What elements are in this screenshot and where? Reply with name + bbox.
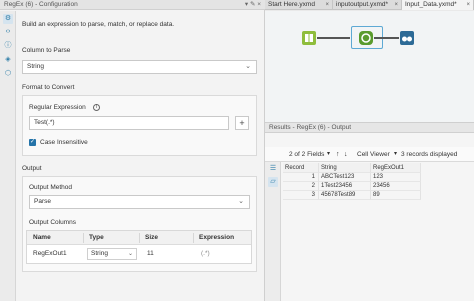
column-to-parse-select[interactable]: String ⌄	[22, 60, 257, 74]
table-row[interactable]: RegExOut1 String ⌄ 11 (.*)	[27, 245, 251, 263]
header-regexout1[interactable]: RegExOut1	[371, 163, 421, 173]
code-icon[interactable]: ‹›	[3, 27, 13, 37]
column-name-cell[interactable]: RegExOut1	[33, 245, 67, 263]
column-expression-cell: (.*)	[201, 250, 210, 257]
browse-node[interactable]	[400, 31, 414, 45]
output-columns-table: Name Type Size Expression RegExOut1 Stri…	[26, 230, 252, 264]
table-row[interactable]: 2 1Test23456 23456	[283, 182, 453, 191]
record-cell: 2	[283, 182, 319, 191]
connection-wire	[317, 37, 350, 39]
config-title: RegEx (6) - Configuration	[4, 1, 78, 8]
regex-node[interactable]	[359, 31, 373, 45]
regexout-cell[interactable]: 89	[371, 191, 421, 200]
document-tabs: Start Here.yxmd × inputoutput.yxmd* × In…	[265, 0, 474, 10]
tab-input-data[interactable]: Input_Data.yxmd* ×	[402, 0, 474, 10]
close-icon[interactable]: ×	[466, 0, 470, 10]
output-label: Output	[22, 165, 42, 172]
output-method-label: Output Method	[29, 184, 72, 191]
chevron-down-icon: ⌄	[127, 251, 133, 257]
results-title: Results - RegEx (6) - Output	[269, 124, 351, 131]
chevron-down-icon: ▾	[394, 151, 398, 157]
results-title-bar: Results - RegEx (6) - Output	[265, 123, 474, 133]
column-type-value: String	[91, 250, 108, 257]
records-displayed: 3 records displayed	[401, 151, 458, 158]
column-type-select[interactable]: String ⌄	[87, 248, 137, 260]
output-method-select[interactable]: Parse ⌄	[29, 195, 250, 209]
regex-label: Regular Expression	[29, 104, 86, 111]
chevron-down-icon: ▾	[327, 151, 331, 157]
column-header-size: Size	[145, 234, 159, 241]
cell-viewer-dropdown[interactable]: Cell Viewer	[357, 147, 390, 162]
info-icon[interactable]: i	[93, 104, 100, 111]
close-icon[interactable]: ×	[325, 0, 329, 10]
regexout-cell[interactable]: 123	[371, 173, 421, 182]
add-expression-button[interactable]: +	[235, 116, 249, 130]
move-down-icon[interactable]: ↓	[344, 147, 348, 162]
tag-icon[interactable]: ◈	[3, 55, 13, 65]
regex-input[interactable]: Test(.*)	[29, 116, 229, 130]
chevron-down-icon: ⌄	[245, 63, 251, 70]
input-data-node[interactable]	[302, 31, 316, 45]
tool-description: Build an expression to parse, match, or …	[22, 21, 175, 28]
regexout-cell[interactable]: 23456	[371, 182, 421, 191]
column-to-parse-label: Column to Parse	[22, 47, 71, 54]
configuration-panel: RegEx (6) - Configuration ▾ ✎ × ⚙ ‹› ⓘ ◈…	[0, 0, 265, 301]
shape-view-icon[interactable]: ▱	[268, 177, 278, 187]
format-to-convert-label: Format to Convert	[22, 84, 75, 91]
info-icon[interactable]: ⓘ	[3, 41, 13, 51]
output-columns-header: Name Type Size Expression	[27, 231, 251, 245]
tab-label: inputoutput.yxmd*	[336, 1, 389, 8]
column-header-expression: Expression	[199, 234, 235, 241]
regex-icon	[361, 33, 371, 43]
gear-icon[interactable]: ⚙	[3, 14, 13, 24]
header-string[interactable]: String	[319, 163, 371, 173]
string-cell[interactable]: 1Test23456	[319, 182, 371, 191]
column-divider	[193, 233, 194, 243]
move-up-icon[interactable]: ↑	[336, 147, 340, 162]
chevron-down-icon: ⌄	[238, 198, 244, 205]
config-title-icons[interactable]: ▾ ✎ ×	[245, 0, 261, 10]
config-title-bar: RegEx (6) - Configuration ▾ ✎ ×	[0, 0, 265, 10]
tab-start-here[interactable]: Start Here.yxmd ×	[265, 0, 333, 10]
config-toolstrip: ⚙ ‹› ⓘ ◈ ⬡	[0, 11, 16, 301]
header-record[interactable]: Record	[283, 163, 319, 173]
fields-dropdown[interactable]: 2 of 2 Fields	[289, 147, 324, 162]
tab-label: Input_Data.yxmd*	[405, 1, 457, 8]
close-icon[interactable]: ×	[394, 0, 398, 10]
cube-icon[interactable]: ⬡	[3, 69, 13, 79]
book-icon	[305, 34, 313, 42]
column-header-name: Name	[33, 234, 51, 241]
tab-inputoutput[interactable]: inputoutput.yxmd* ×	[333, 0, 402, 10]
list-view-icon[interactable]: ☰	[268, 164, 278, 174]
binoculars-icon	[402, 36, 412, 42]
table-row[interactable]: 1 ABCTest123 123	[283, 173, 453, 182]
record-cell: 1	[283, 173, 319, 182]
string-cell[interactable]: ABCTest123	[319, 173, 371, 182]
output-method-value: Parse	[34, 198, 51, 205]
results-toolbar: 2 of 2 Fields ▾ ↑ ↓ Cell Viewer ▾ 3 reco…	[265, 147, 474, 162]
column-divider	[139, 233, 140, 243]
table-row[interactable]: 3 45678Test89 89	[283, 191, 453, 200]
results-sidebar: ▤ ☰ ▱	[265, 147, 281, 301]
connection-wire	[374, 37, 399, 39]
workflow-canvas[interactable]	[265, 11, 474, 122]
tab-label: Start Here.yxmd	[268, 1, 315, 8]
record-cell: 3	[283, 191, 319, 200]
results-header: Record String RegExOut1	[283, 163, 453, 173]
case-insensitive-label: Case Insensitive	[40, 139, 88, 146]
column-header-type: Type	[89, 234, 104, 241]
case-insensitive-checkbox[interactable]: ✓	[29, 139, 36, 146]
column-to-parse-value: String	[27, 63, 44, 70]
results-grid: Record String RegExOut1 1 ABCTest123 123…	[283, 163, 453, 200]
column-size-cell[interactable]: 11	[147, 245, 154, 263]
column-divider	[83, 233, 84, 243]
format-to-convert-box: Regular Expression i Test(.*) + ✓ Case I…	[22, 95, 257, 156]
results-panel: Results - RegEx (6) - Output ▤ ☰ ▱ 2 of …	[265, 122, 474, 301]
string-cell[interactable]: 45678Test89	[319, 191, 371, 200]
output-columns-label: Output Columns	[29, 219, 76, 226]
